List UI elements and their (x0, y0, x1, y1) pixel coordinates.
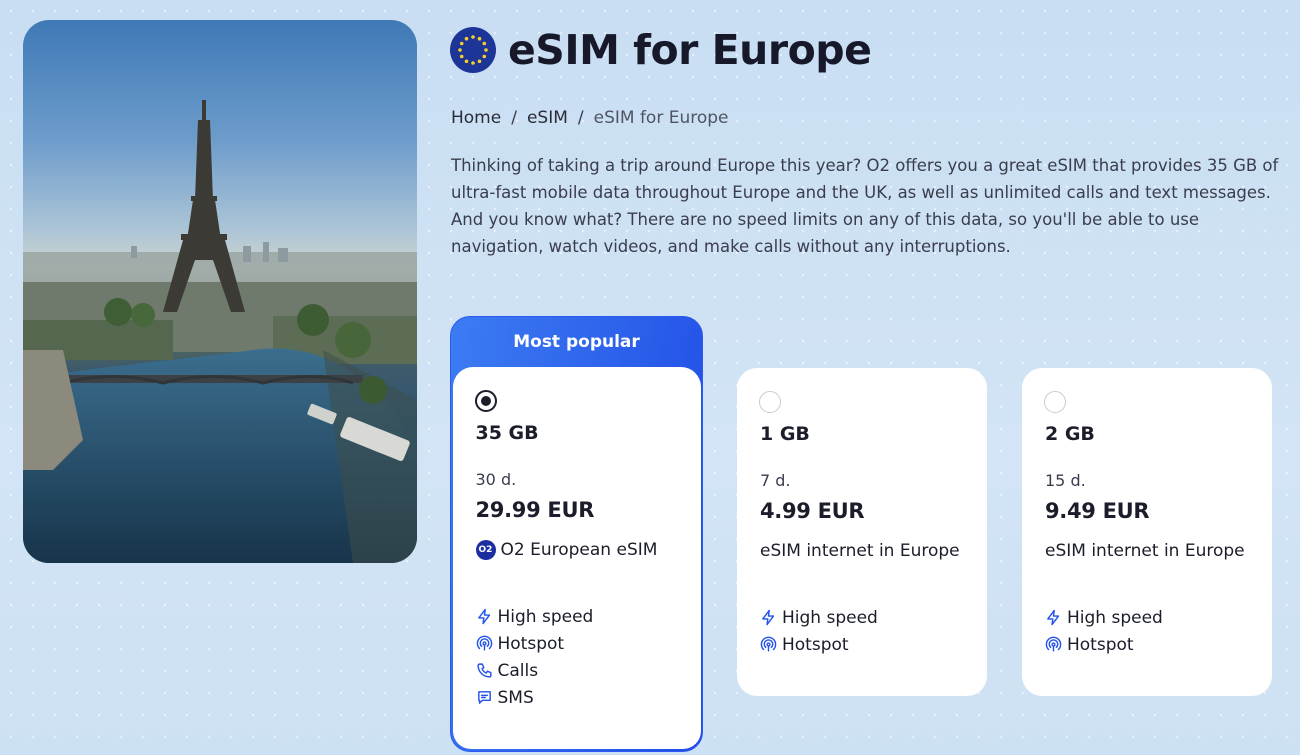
plan-card-2gb[interactable]: 2 GB 15 d. 9.49 EUR eSIM internet in Eur… (1022, 368, 1272, 696)
plan-data-amount: 35 GB (475, 422, 539, 444)
plan-price: 29.99 EUR (475, 498, 595, 522)
breadcrumb-esim-link[interactable]: eSIM (527, 108, 568, 128)
plan-name-label: eSIM internet in Europe (1045, 541, 1245, 561)
plan-duration: 7 d. (760, 471, 791, 490)
lightning-icon (477, 608, 490, 625)
plan-card-1gb[interactable]: 1 GB 7 d. 4.99 EUR eSIM internet in Euro… (737, 368, 987, 696)
phone-icon (476, 663, 492, 678)
most-popular-plan-frame: Most popular 35 GB 30 d. 29.99 EUR O2 O2… (450, 316, 703, 752)
feature-sms: SMS (476, 684, 594, 711)
plan-features: High speed Hotspot Calls SMS (476, 603, 594, 711)
feature-high-speed: High speed (760, 604, 878, 631)
plan-features: High speed Hotspot (760, 604, 878, 658)
breadcrumb-current: eSIM for Europe (593, 108, 729, 128)
plan-name: eSIM internet in Europe (1045, 541, 1245, 561)
feature-label: SMS (497, 687, 534, 708)
breadcrumb-separator: / (577, 108, 584, 128)
plan-card-35gb[interactable]: 35 GB 30 d. 29.99 EUR O2 O2 European eSI… (452, 367, 701, 749)
plan-price: 4.99 EUR (760, 499, 865, 523)
feature-hotspot: Hotspot (1045, 631, 1163, 658)
eu-flag-icon (450, 27, 496, 73)
o2-logo-icon: O2 (475, 540, 496, 560)
plan-name: O2 O2 European eSIM (475, 540, 658, 560)
hotspot-icon (476, 635, 492, 651)
feature-label: High speed (497, 606, 594, 627)
feature-hotspot: Hotspot (760, 631, 878, 658)
plan-data-amount: 2 GB (1045, 423, 1095, 445)
feature-high-speed: High speed (476, 603, 594, 630)
feature-label: Hotspot (1067, 634, 1134, 655)
hotspot-icon (760, 636, 777, 652)
plan-price: 9.49 EUR (1045, 499, 1150, 523)
breadcrumb: Home / eSIM / eSIM for Europe (451, 108, 729, 128)
page-description: Thinking of taking a trip around Europe … (451, 156, 1279, 256)
page-header: eSIM for Europe (450, 22, 872, 78)
hotspot-icon (1045, 636, 1062, 652)
plan-name: eSIM internet in Europe (760, 541, 960, 561)
feature-label: Hotspot (782, 634, 849, 655)
feature-hotspot: Hotspot (476, 630, 594, 657)
breadcrumb-separator: / (511, 108, 517, 128)
feature-label: High speed (782, 607, 878, 628)
plan-radio[interactable] (1044, 391, 1066, 413)
plan-duration: 30 d. (475, 470, 517, 489)
plan-features: High speed Hotspot (1045, 604, 1163, 658)
plan-data-amount: 1 GB (760, 423, 810, 445)
breadcrumb-home-link[interactable]: Home (451, 108, 501, 128)
page-title: eSIM for Europe (508, 26, 872, 74)
message-icon (477, 691, 491, 704)
feature-label: Calls (497, 660, 539, 681)
feature-label: High speed (1067, 607, 1163, 628)
plan-radio-selected[interactable] (474, 390, 497, 412)
plan-radio[interactable] (759, 391, 781, 413)
feature-high-speed: High speed (1045, 604, 1163, 631)
most-popular-badge: Most popular (513, 332, 640, 352)
plan-name-label: eSIM internet in Europe (760, 541, 960, 561)
plan-name-label: O2 European eSIM (500, 540, 658, 560)
eiffel-tower-photo (23, 20, 417, 563)
lightning-icon (762, 609, 775, 626)
feature-calls: Calls (476, 657, 594, 684)
lightning-icon (1047, 609, 1060, 626)
plan-duration: 15 d. (1045, 471, 1086, 490)
feature-label: Hotspot (497, 633, 565, 654)
